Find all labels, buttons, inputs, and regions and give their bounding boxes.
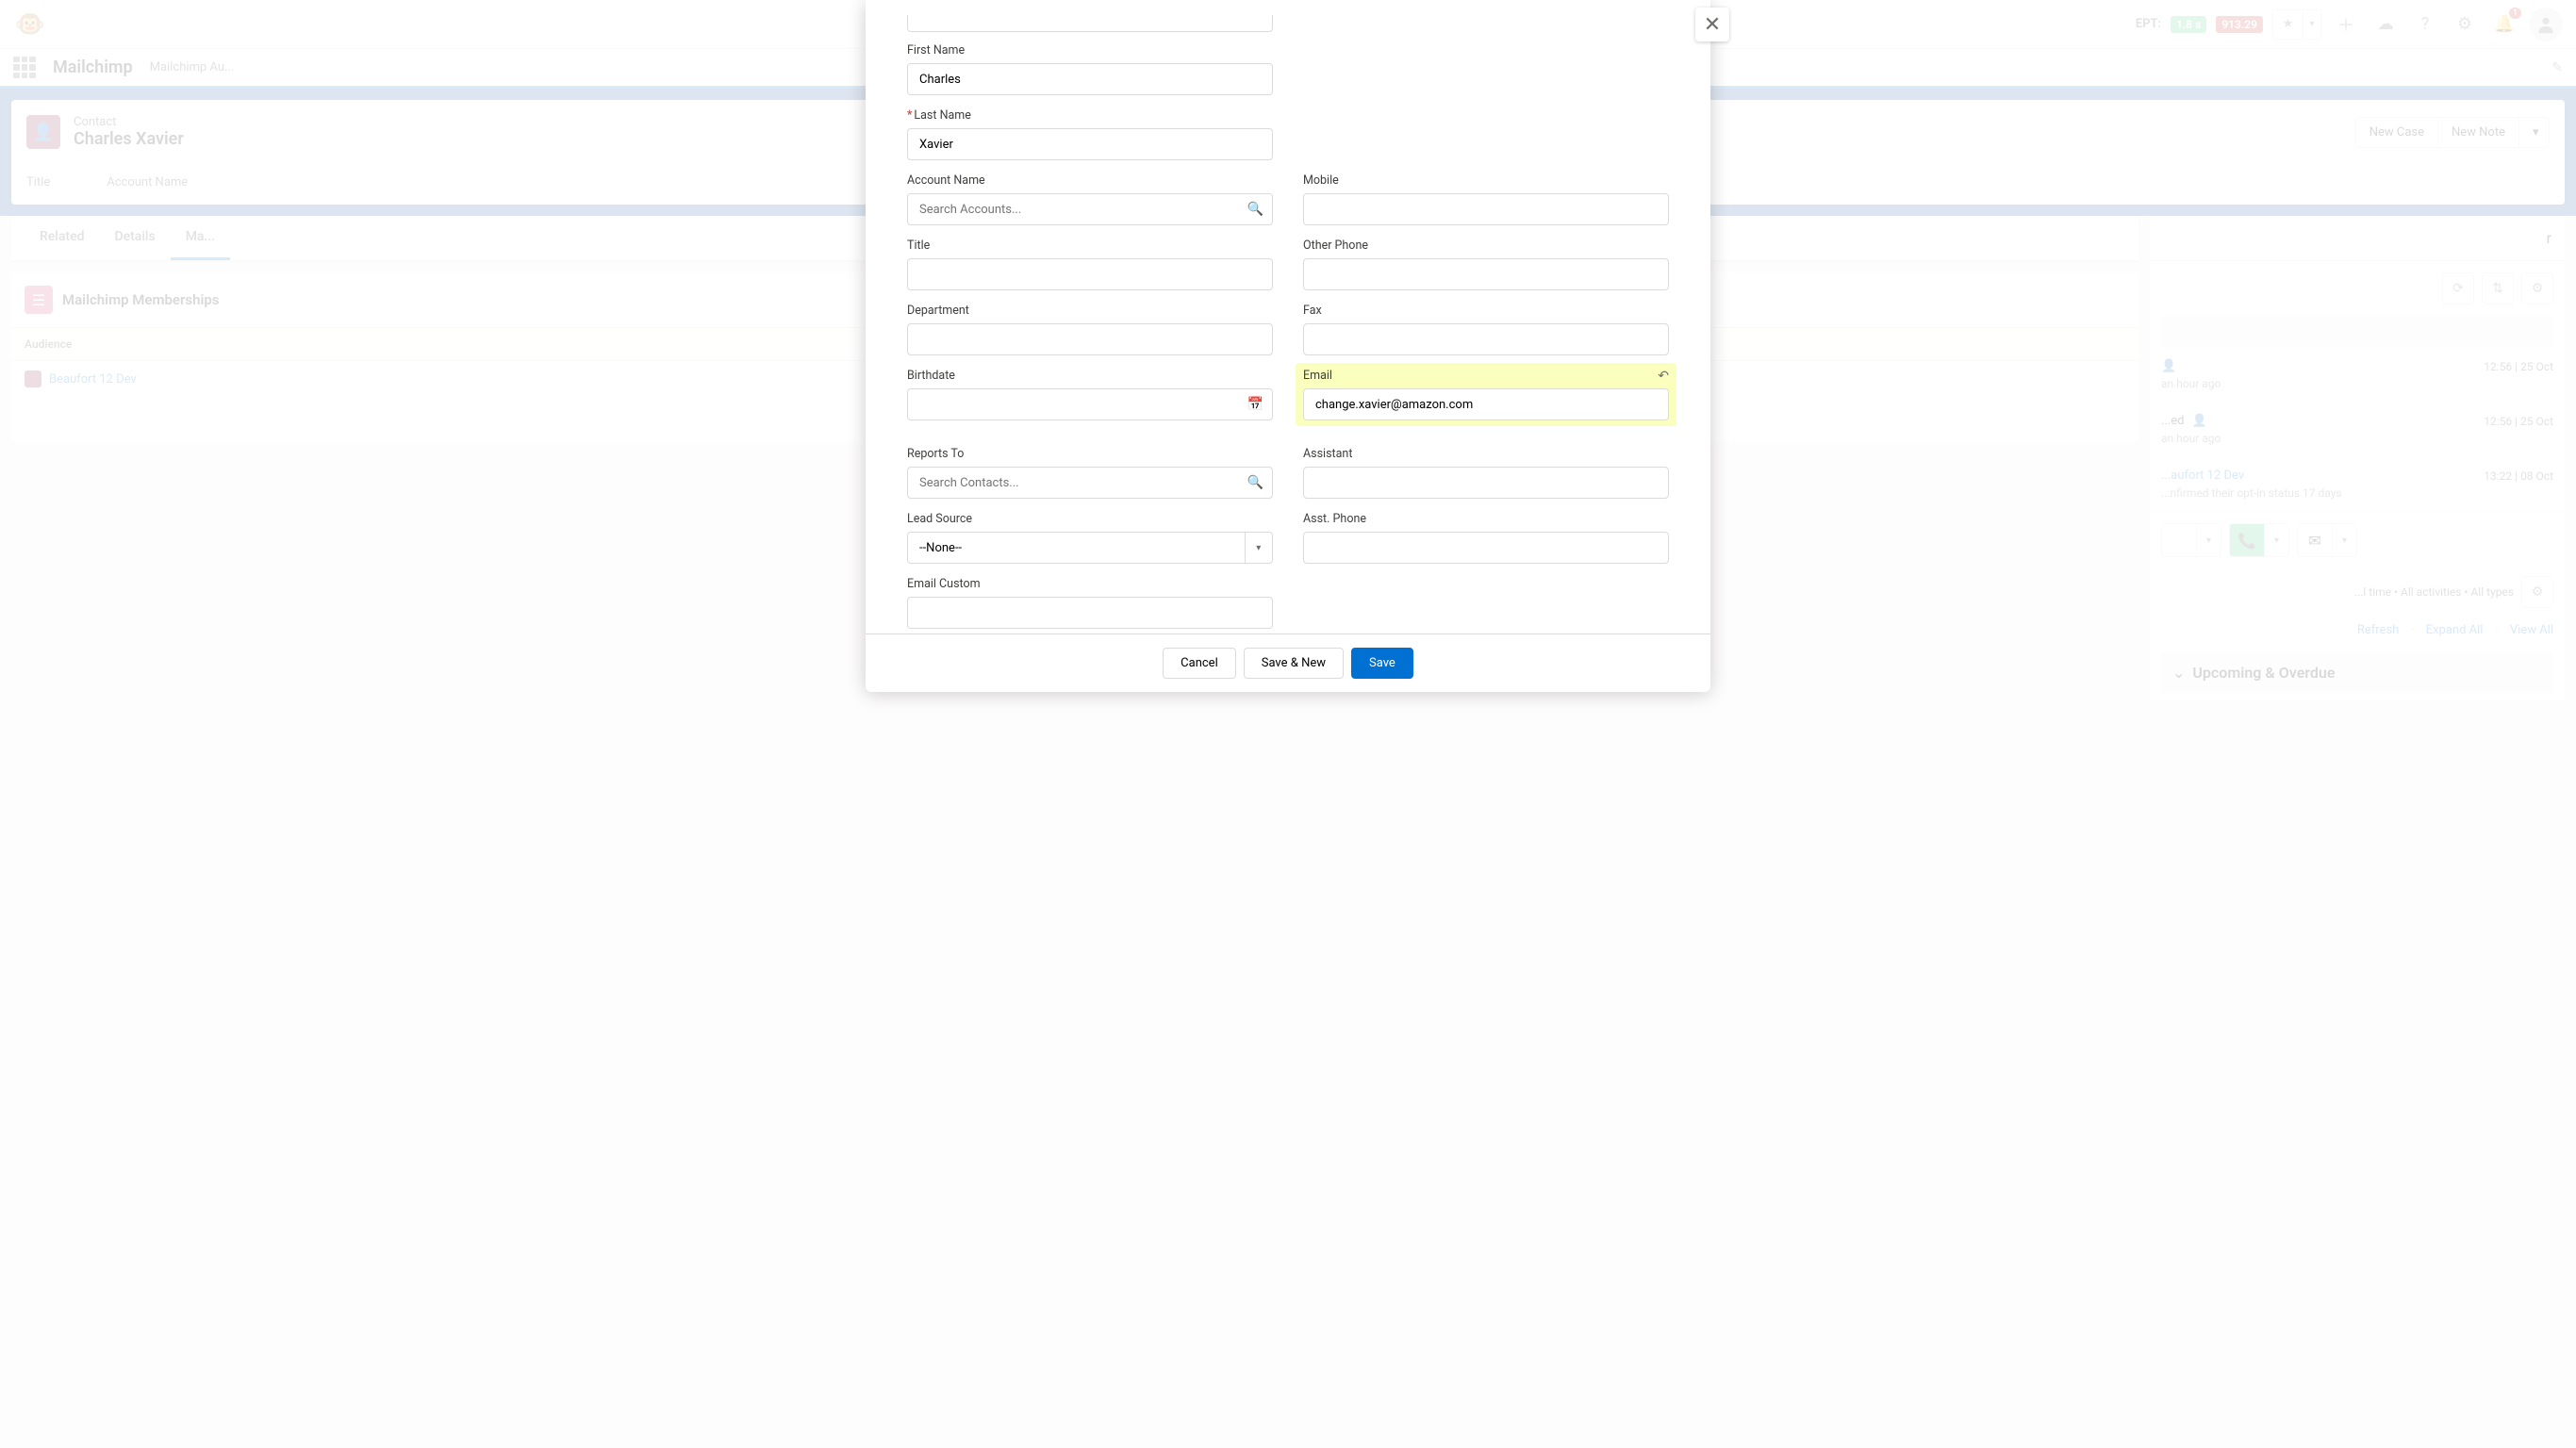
fax-field[interactable] (1303, 323, 1669, 355)
account-name-label: Account Name (907, 173, 1273, 188)
title-field[interactable] (907, 258, 1273, 290)
last-name-field[interactable] (907, 128, 1273, 160)
email-label: Email↶ (1303, 369, 1669, 383)
search-icon: 🔍 (1247, 202, 1263, 217)
assistant-label: Assistant (1303, 447, 1669, 461)
search-icon: 🔍 (1247, 475, 1263, 490)
edit-contact-modal: ✕ First Name *Last Name Account Name 🔍 (866, 0, 1710, 692)
lead-source-select[interactable] (907, 532, 1246, 564)
assistant-field[interactable] (1303, 467, 1669, 499)
lead-source-dropdown-trigger[interactable]: ▾ (1246, 532, 1273, 564)
reports-to-lookup[interactable] (907, 467, 1273, 499)
account-name-lookup[interactable] (907, 193, 1273, 225)
lead-source-label: Lead Source (907, 512, 1273, 526)
department-field[interactable] (907, 323, 1273, 355)
close-modal-button[interactable]: ✕ (1695, 8, 1729, 41)
last-name-label: *Last Name (907, 108, 1273, 123)
other-phone-field[interactable] (1303, 258, 1669, 290)
mobile-label: Mobile (1303, 173, 1669, 188)
fax-label: Fax (1303, 304, 1669, 318)
email-custom-label: Email Custom (907, 577, 1273, 591)
mobile-field[interactable] (1303, 193, 1669, 225)
cancel-button[interactable]: Cancel (1163, 648, 1236, 679)
birthdate-field[interactable] (907, 388, 1273, 420)
email-custom-field[interactable] (907, 597, 1273, 629)
undo-icon[interactable]: ↶ (1658, 369, 1669, 384)
email-field[interactable] (1303, 388, 1669, 420)
first-name-field[interactable] (907, 63, 1273, 95)
asst-phone-field[interactable] (1303, 532, 1669, 564)
first-name-label: First Name (907, 43, 1273, 58)
asst-phone-label: Asst. Phone (1303, 512, 1669, 526)
other-phone-label: Other Phone (1303, 239, 1669, 253)
calendar-icon[interactable]: 📅 (1247, 397, 1263, 412)
title-field-label: Title (907, 239, 1273, 253)
department-label: Department (907, 304, 1273, 318)
save-button[interactable]: Save (1351, 648, 1413, 679)
birthdate-label: Birthdate (907, 369, 1273, 383)
save-and-new-button[interactable]: Save & New (1244, 648, 1344, 679)
reports-to-label: Reports To (907, 447, 1273, 461)
